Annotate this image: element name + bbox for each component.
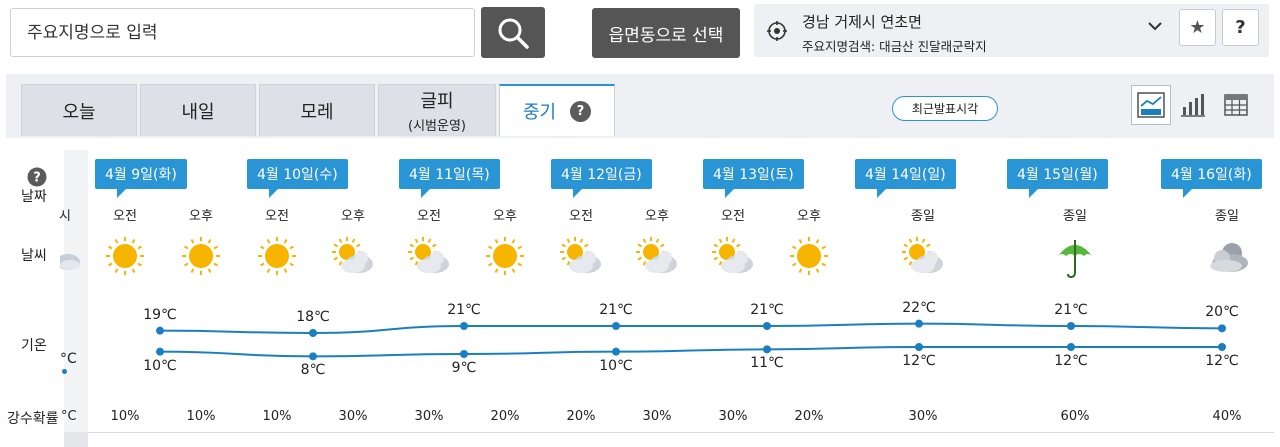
max-temp-point: [1218, 324, 1226, 333]
temp-row-label: 기온: [21, 338, 47, 354]
row-labels: 날짜 날씨 기온 강수확률 시 °C °C: [0, 150, 77, 447]
partial-time-label: 시: [59, 209, 71, 224]
min-temp-point: [1067, 343, 1075, 351]
max-temp-point: [156, 326, 164, 335]
rain-row-label: 강수확률: [7, 411, 59, 427]
temperature-chart: [156, 319, 1226, 361]
table-bottom-border: [88, 432, 1274, 433]
partial-temp-dot: [62, 369, 67, 374]
help-icon[interactable]: ?: [27, 167, 47, 187]
min-temp-point: [156, 347, 164, 356]
min-temp-point: [915, 343, 923, 351]
max-temp-line: [159, 322, 1223, 335]
max-temp-point: [460, 322, 468, 330]
max-temp-point: [309, 329, 317, 337]
partial-rain-label: °C: [61, 409, 77, 424]
partial-cloud-icon: [60, 254, 80, 270]
partial-temp-label: °C: [60, 351, 77, 367]
svg-text:?: ?: [33, 171, 41, 186]
min-temp-line: [159, 345, 1222, 358]
weather-row-label: 날씨: [21, 248, 47, 264]
min-temp-point: [763, 345, 771, 354]
max-temp-point: [915, 319, 923, 328]
min-temp-point: [612, 347, 620, 356]
min-temp-point: [1218, 343, 1226, 351]
max-temp-point: [1067, 322, 1075, 330]
max-temp-point: [763, 322, 771, 330]
forecast-page: 읍면동으로 선택 경남 거제시 연초면 주요지명검색: 대금산 진달래군락지 ★…: [0, 0, 1280, 447]
max-temp-point: [612, 322, 620, 330]
min-temp-point: [460, 350, 468, 358]
date-row-label: 날짜: [21, 189, 47, 205]
min-temp-point: [309, 352, 317, 361]
